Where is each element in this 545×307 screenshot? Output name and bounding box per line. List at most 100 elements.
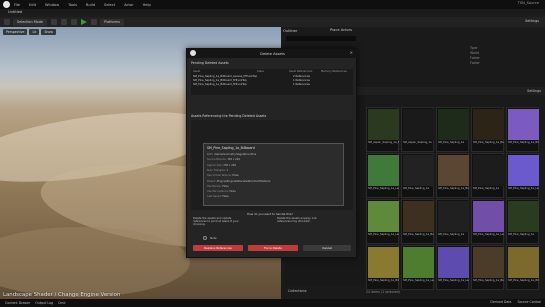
- tooltip-property: Use Per-Instance: False: [207, 190, 236, 194]
- asset-tile[interactable]: SM_Pine_Sapling_1a: [436, 107, 469, 152]
- menu-tools[interactable]: Tools: [68, 3, 77, 7]
- asset-tile[interactable]: SM_Aspen_Sapling_1a: [401, 107, 434, 152]
- asset-thumbnail: [473, 109, 504, 140]
- tooltip-value: /Engine/EngineMaterials/WorldGridMateria…: [216, 179, 271, 183]
- asset-label: SM_Pine_Sapling_1a_Bark: [403, 233, 434, 236]
- pending-asset-refs: 2 References: [293, 75, 310, 78]
- tooltip-property: Approx Size: 256 x 256: [207, 163, 236, 167]
- play-icon[interactable]: [80, 19, 87, 25]
- content-drawer-button[interactable]: Content Drawer: [5, 301, 30, 305]
- items-count: 24 items (1 selected): [366, 290, 400, 294]
- menu-file[interactable]: File: [14, 3, 20, 7]
- place-actors-tab[interactable]: Place Actors: [330, 28, 352, 32]
- unreal-logo-icon: [190, 50, 196, 56]
- pending-asset-refs: 1 References: [293, 79, 310, 82]
- tooltip-value: 1: [226, 168, 229, 172]
- asset-tile[interactable]: SM_Pine_Sapling_1a_Leaves: [366, 153, 399, 198]
- close-icon[interactable]: ×: [350, 50, 353, 55]
- asset-thumbnail: [508, 201, 539, 232]
- asset-thumbnail: [438, 109, 469, 140]
- force-delete-button[interactable]: Force Delete: [248, 245, 298, 251]
- asset-tile[interactable]: SM_Pine_Sapling_1a_Leaves: [471, 199, 504, 244]
- tooltip-key: Parent: [207, 179, 216, 183]
- asset-tile[interactable]: SM_Pine_Sapling_1a_Leaves: [401, 245, 434, 290]
- pending-asset-name[interactable]: SM_Pine_Sapling_1a_Billboard_Leaves_MTru…: [193, 75, 257, 78]
- asset-tile[interactable]: SM_Pine_Sapling_1a_Billboard: [506, 107, 539, 152]
- selection-mode-button[interactable]: Selection Mode: [13, 18, 47, 26]
- replace-references-button[interactable]: Replace References: [193, 245, 243, 251]
- pending-asset-name[interactable]: SM_Pine_Sapling_1a_Billboard_MTrunkTop: [193, 79, 247, 82]
- asset-label: SM_Aspen_Sapling_1a: [403, 141, 432, 144]
- platforms-button[interactable]: Platforms: [99, 18, 125, 26]
- asset-tile[interactable]: SM_Pine_Sapling_1a: [436, 199, 469, 244]
- asset-tile[interactable]: SM_Pine_Sapling_1a_Leaves: [506, 153, 539, 198]
- asset-tile[interactable]: SM_Pine_Sapling_1a: [506, 199, 539, 244]
- content-browser-settings[interactable]: Settings: [527, 89, 541, 93]
- cancel-button[interactable]: Cancel: [303, 245, 351, 251]
- viewport-lit-button[interactable]: Lit: [29, 29, 40, 35]
- viewport-show-button[interactable]: Show: [41, 29, 56, 35]
- asset-label: SM_Pine_Sapling_1a_Bark: [473, 141, 504, 144]
- status-bar: Content Drawer Output Log Cmd: [0, 299, 545, 307]
- menu-edit[interactable]: Edit: [29, 3, 36, 7]
- pause-icon[interactable]: [90, 19, 97, 25]
- asset-thumbnail: [368, 155, 399, 186]
- asset-tile[interactable]: SM_Pine_Sapling_1a_Billboard: [366, 245, 399, 290]
- tooltip-key: Num Triangles: [207, 168, 225, 172]
- menu-build[interactable]: Build: [86, 3, 95, 7]
- outliner-title[interactable]: Outliner: [283, 29, 297, 33]
- asset-thumbnail: [403, 247, 434, 278]
- asset-label: SM_Pine_Sapling_1a: [438, 233, 465, 236]
- asset-tile[interactable]: SM_Pine_Sapling_1a_Leaves: [436, 245, 469, 290]
- add-content-icon[interactable]: [50, 19, 57, 25]
- unreal-logo: [3, 1, 10, 8]
- asset-tile[interactable]: SM_Pine_Sapling_1a: [471, 153, 504, 198]
- cmd-input[interactable]: Cmd: [58, 301, 65, 305]
- asset-tile[interactable]: SM_Pine_Sapling_1a_Bark: [436, 153, 469, 198]
- viewport-perspective-button[interactable]: Perspective: [3, 29, 28, 35]
- asset-label: SM_Pine_Sapling_1a: [438, 141, 465, 144]
- outliner-search-input[interactable]: [286, 36, 356, 41]
- blueprint-icon[interactable]: [60, 19, 67, 25]
- asset-label: SM_Pine_Sapling_1a_Leaves: [438, 279, 469, 282]
- menu-actor[interactable]: Actor: [124, 3, 133, 7]
- source-control-button[interactable]: Source Control: [518, 300, 541, 304]
- asset-tile[interactable]: SM_Pine_Sapling_1a: [401, 153, 434, 198]
- menu-bar: File Edit Window Tools Build Select Acto…: [0, 0, 545, 9]
- tooltip-key: Last Saved: [207, 195, 221, 199]
- menu-select[interactable]: Select: [104, 3, 115, 7]
- tooltip-property: Source Bounds: 183 x 226: [207, 158, 240, 162]
- asset-tile[interactable]: SM_Pine_Sapling_1a_Bark: [471, 107, 504, 152]
- derived-data-button[interactable]: Derived Data: [490, 300, 511, 304]
- tooltip-value: 183 x 226: [227, 158, 240, 162]
- asset-label: SM_Pine_Sapling_1a_Bark: [473, 279, 504, 282]
- asset-label: SM_Pine_Sapling_1a: [508, 233, 535, 236]
- asset-thumbnail: [368, 247, 399, 278]
- collections-header[interactable]: Collections: [288, 289, 307, 293]
- asset-thumbnail: [473, 247, 504, 278]
- cinematics-icon[interactable]: [70, 19, 77, 25]
- output-log-button[interactable]: Output Log: [35, 301, 53, 305]
- asset-thumbnail: [508, 155, 539, 186]
- tooltip-asset-name: SM_Pine_Sapling_1a_Billboard: [207, 146, 255, 150]
- note-label: Note: [210, 236, 217, 240]
- asset-thumbnail: [403, 109, 434, 140]
- asset-tile[interactable]: SM_Pine_Sapling_1a_Billboard_Bark: [506, 245, 539, 290]
- asset-tile[interactable]: SM_Aspen_Sapling_1a_Bark: [366, 107, 399, 152]
- note-radio[interactable]: [203, 236, 207, 240]
- tooltip-property: Last Saved: False: [207, 195, 229, 199]
- pending-asset-name[interactable]: SM_Pine_Sapling_1a_Billboard_MTrunkTop: [193, 83, 247, 86]
- asset-thumbnail: [508, 109, 539, 140]
- tooltip-value: False: [222, 195, 229, 199]
- asset-label: SM_Pine_Sapling_1a: [403, 187, 430, 190]
- menu-window[interactable]: Window: [45, 3, 59, 7]
- col-referencers: Asset Referencers: [289, 70, 313, 73]
- asset-tile[interactable]: SM_Pine_Sapling_1a_Bark: [471, 245, 504, 290]
- menu-help[interactable]: Help: [143, 3, 151, 7]
- level-tab[interactable]: Untitled: [8, 10, 22, 14]
- settings-button[interactable]: Settings: [525, 19, 539, 23]
- asset-tile[interactable]: SM_Pine_Sapling_1a_Bark: [401, 199, 434, 244]
- asset-thumbnail: [368, 201, 399, 232]
- asset-tile[interactable]: SM_Pine_Sapling_1a_Leaves: [366, 199, 399, 244]
- save-icon[interactable]: [4, 19, 10, 25]
